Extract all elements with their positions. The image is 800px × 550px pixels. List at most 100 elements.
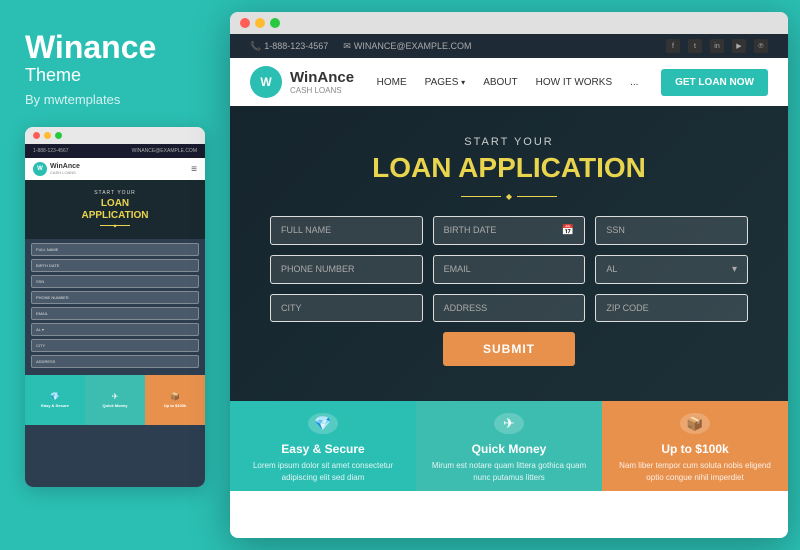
- mini-input-email[interactable]: EMAIL: [31, 307, 199, 320]
- field-phone[interactable]: PHONE NUMBER: [270, 255, 423, 284]
- mini-input-address[interactable]: ADDRESS: [31, 355, 199, 368]
- field-ssn[interactable]: SSN: [595, 216, 748, 245]
- mini-logo-sub: CASH LOANS: [50, 170, 80, 175]
- pinterest-icon[interactable]: ℗: [754, 39, 768, 53]
- mini-feature-100k: 📦 Up to $100k: [145, 375, 205, 425]
- field-address[interactable]: ADDRESS: [433, 294, 586, 322]
- email-icon: ✉: [343, 41, 351, 52]
- mini-box-icon: 📦: [170, 392, 180, 401]
- calendar-icon: 📅: [562, 225, 574, 236]
- field-fullname[interactable]: FULL NAME: [270, 216, 423, 245]
- dot-yellow: [255, 18, 265, 28]
- main-browser: 📞 1-888-123-4567 ✉ WINANCE@EXAMPLE.COM f…: [230, 12, 788, 538]
- site-topbar-left: 📞 1-888-123-4567 ✉ WINANCE@EXAMPLE.COM: [250, 41, 471, 52]
- form-row-3: CITY ADDRESS ZIP CODE: [270, 294, 748, 322]
- mini-feat-title-2: Quick Money: [103, 403, 128, 408]
- hero-pre: START YOUR: [250, 136, 768, 148]
- nav-about[interactable]: ABOUT: [483, 77, 517, 88]
- features-row: 💎 Easy & Secure Lorem ipsum dolor sit am…: [230, 401, 788, 491]
- field-email[interactable]: EMAIL: [433, 255, 586, 284]
- mini-content: 1-888-123-4567 WINANCE@EXAMPLE.COM W Win…: [25, 144, 205, 487]
- mini-select-state[interactable]: AL ▾: [31, 323, 199, 336]
- mini-dot-yellow: [44, 132, 51, 139]
- feature-easy-secure: 💎 Easy & Secure Lorem ipsum dolor sit am…: [230, 401, 416, 491]
- mini-diamond-icon: 💎: [50, 392, 60, 401]
- feature-quick-money: ✈ Quick Money Mirum est notare quam litt…: [416, 401, 602, 491]
- mini-topbar: 1-888-123-4567 WINANCE@EXAMPLE.COM: [25, 144, 205, 158]
- left-panel: Winance Theme By mwtemplates 1-888-123-4…: [0, 0, 230, 550]
- form-row-2: PHONE NUMBER EMAIL AL ▾: [270, 255, 748, 284]
- mini-input-city[interactable]: CITY: [31, 339, 199, 352]
- logo-name: WinAnce: [290, 69, 354, 86]
- mini-hero: START YOUR LOANAPPLICATION: [25, 180, 205, 239]
- easy-secure-icon: 💎: [308, 413, 338, 435]
- mini-input-ssn[interactable]: SSN: [31, 275, 199, 288]
- feature-desc-2: Mirum est notare quam littera gothica qu…: [431, 460, 587, 482]
- mini-hero-pre: START YOUR: [33, 190, 197, 196]
- hero-content: START YOUR LOAN APPLICATION ◆: [250, 136, 768, 201]
- mini-browser-bar: [25, 127, 205, 144]
- twitter-icon[interactable]: t: [688, 39, 702, 53]
- site-nav: W WinAnce CASH LOANS HOME PAGES ▾ ABOUT …: [230, 58, 788, 106]
- youtube-icon[interactable]: ▶: [732, 39, 746, 53]
- form-row-1: FULL NAME BIRTH DATE 📅 SSN: [270, 216, 748, 245]
- submit-row: SUBMIT: [270, 332, 748, 366]
- quick-money-icon: ✈: [494, 413, 524, 435]
- logo-sub: CASH LOANS: [290, 86, 354, 95]
- logo-circle: W: [250, 66, 282, 98]
- mini-topbar-phone: 1-888-123-4567: [33, 148, 69, 154]
- get-loan-button[interactable]: GET LOAN NOW: [661, 69, 768, 96]
- mini-hero-title: LOANAPPLICATION: [33, 198, 197, 222]
- field-birthdate[interactable]: BIRTH DATE 📅: [433, 216, 586, 245]
- theme-author: By mwtemplates: [25, 92, 205, 107]
- feature-title-3: Up to $100k: [661, 442, 728, 456]
- mini-input-fullname[interactable]: FULL NAME: [31, 243, 199, 256]
- topbar-email: ✉ WINANCE@EXAMPLE.COM: [343, 41, 471, 52]
- dot-red: [240, 18, 250, 28]
- submit-button[interactable]: SUBMIT: [443, 332, 575, 366]
- feature-desc-1: Lorem ipsum dolor sit amet consectetur a…: [245, 460, 401, 482]
- feature-100k: 📦 Up to $100k Nam liber tempor cum solut…: [602, 401, 788, 491]
- hero-divider: ◆: [250, 192, 768, 201]
- hero-line-right: [517, 196, 557, 197]
- site-topbar: 📞 1-888-123-4567 ✉ WINANCE@EXAMPLE.COM f…: [230, 34, 788, 58]
- nav-pages[interactable]: PAGES ▾: [425, 77, 466, 88]
- mini-logo-name: WinAnce: [50, 163, 80, 170]
- topbar-phone: 📞 1-888-123-4567: [250, 41, 328, 52]
- mini-feature-money: ✈ Quick Money: [85, 375, 145, 425]
- mini-topbar-email: WINANCE@EXAMPLE.COM: [132, 148, 197, 154]
- feature-title-2: Quick Money: [472, 442, 547, 456]
- hero-diamond-icon: ◆: [506, 192, 512, 201]
- browser-bar: [230, 12, 788, 34]
- mini-form: FULL NAME BIRTH DATE SSN PHONE NUMBER EM…: [25, 239, 205, 375]
- field-state[interactable]: AL ▾: [595, 255, 748, 284]
- field-zipcode[interactable]: ZIP CODE: [595, 294, 748, 322]
- loan-form: FULL NAME BIRTH DATE 📅 SSN PHONE NUMBER: [250, 216, 768, 366]
- mini-dot-red: [33, 132, 40, 139]
- nav-how-it-works[interactable]: HOW IT WORKS: [536, 77, 612, 88]
- mini-input-phone[interactable]: PHONE NUMBER: [31, 291, 199, 304]
- phone-icon: 📞: [250, 41, 261, 52]
- field-city[interactable]: CITY: [270, 294, 423, 322]
- linkedin-icon[interactable]: in: [710, 39, 724, 53]
- nav-home[interactable]: HOME: [377, 77, 407, 88]
- dot-green: [270, 18, 280, 28]
- facebook-icon[interactable]: f: [666, 39, 680, 53]
- feature-title-1: Easy & Secure: [281, 442, 364, 456]
- site-hero: START YOUR LOAN APPLICATION ◆ FULL NAME …: [230, 106, 788, 401]
- mini-feat-title-3: Up to $100k: [164, 403, 186, 408]
- nav-more[interactable]: ...: [630, 77, 638, 88]
- mini-plane-icon: ✈: [112, 392, 119, 401]
- mini-browser-preview: 1-888-123-4567 WINANCE@EXAMPLE.COM W Win…: [25, 127, 205, 487]
- mini-dot-green: [55, 132, 62, 139]
- hero-line-left: [461, 196, 501, 197]
- mini-logo-circle: W: [33, 162, 47, 176]
- theme-title: Winance: [25, 30, 205, 65]
- site-topbar-right: f t in ▶ ℗: [666, 39, 768, 53]
- mini-nav: W WinAnce CASH LOANS ≡: [25, 158, 205, 180]
- mini-input-birthdate[interactable]: BIRTH DATE: [31, 259, 199, 272]
- mini-features: 💎 Easy & Secure ✈ Quick Money 📦 Up to $1…: [25, 375, 205, 425]
- nav-links: HOME PAGES ▾ ABOUT HOW IT WORKS ...: [377, 77, 639, 88]
- mini-hamburger-icon[interactable]: ≡: [191, 164, 197, 175]
- feature-desc-3: Nam liber tempor cum soluta nobis eligen…: [617, 460, 773, 482]
